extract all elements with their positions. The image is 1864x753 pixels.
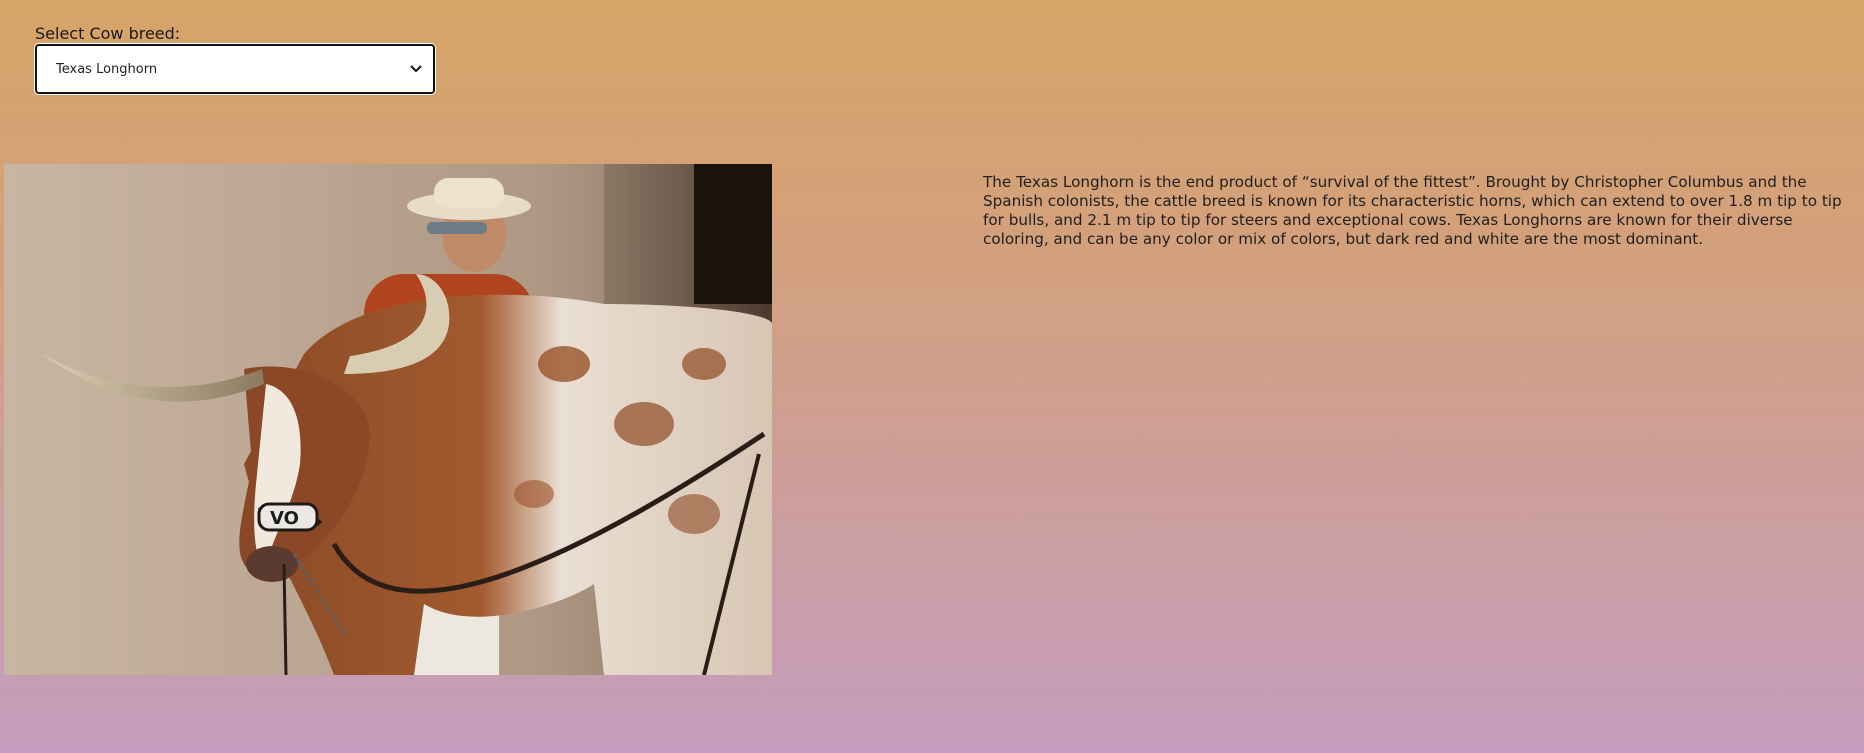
chevron-down-icon	[409, 62, 423, 76]
breed-select-dropdown[interactable]: Texas Longhorn	[35, 44, 435, 94]
cow-photo: VO	[4, 164, 772, 675]
breed-description: The Texas Longhorn is the end product of…	[983, 173, 1842, 248]
breed-select-label: Select Cow breed:	[35, 24, 181, 43]
breed-select-value: Texas Longhorn	[56, 61, 158, 77]
halter-text: VO	[270, 508, 299, 529]
